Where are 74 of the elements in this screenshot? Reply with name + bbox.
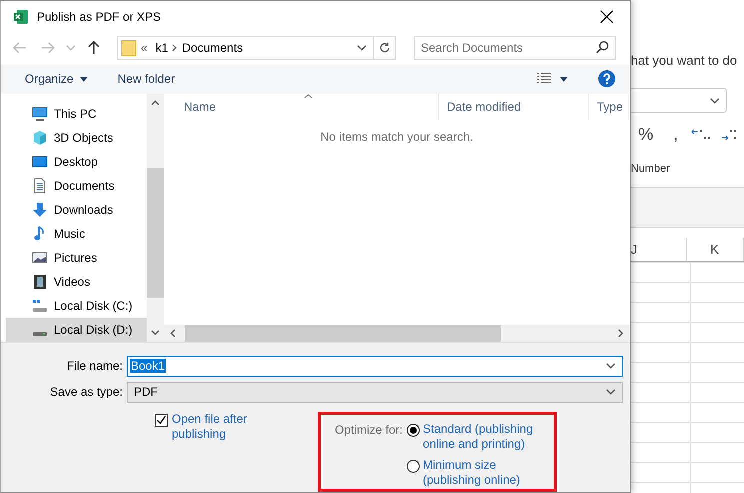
vertical-scrollbar[interactable] — [147, 94, 164, 342]
forward-arrow-icon — [41, 42, 55, 54]
number-format-button[interactable]: % — [631, 125, 661, 145]
optimize-label: Optimize for: — [335, 423, 404, 439]
navigation-item[interactable]: 3D Objects — [6, 126, 147, 150]
picture-frame-icon — [32, 250, 48, 266]
scroll-right-icon — [618, 329, 624, 338]
new-folder-button[interactable]: New folder — [110, 67, 184, 92]
caret-icon — [560, 76, 568, 82]
breadcrumb[interactable]: k1 — [152, 36, 172, 59]
field-label: Save as type: — [49, 385, 124, 399]
chevron-down-icon — [357, 44, 367, 51]
close-icon — [600, 10, 614, 24]
navigation-item[interactable]: Pictures — [6, 246, 147, 270]
chevron-down-icon — [606, 389, 616, 395]
radio-button[interactable] — [407, 460, 420, 473]
checkbox-label[interactable]: Open file after publishing — [172, 412, 262, 492]
scroll-up-icon — [151, 100, 160, 106]
column-header[interactable]: Name — [164, 94, 439, 120]
document-icon — [32, 178, 48, 194]
up-arrow-icon — [88, 40, 100, 55]
number-format-button[interactable]: , — [661, 125, 691, 145]
navigation-item[interactable]: Local Disk (D:) — [6, 318, 147, 342]
chevron-down-icon — [606, 363, 616, 369]
back-arrow-icon — [13, 42, 27, 54]
navigation-item[interactable]: Local Disk (C:) — [6, 294, 147, 318]
breadcrumb[interactable]: Documents — [178, 36, 248, 59]
empty-message: No items match your search. — [320, 130, 474, 144]
address-bar[interactable]: « k1 Documents — [117, 36, 396, 60]
navigation-item[interactable]: This PC — [6, 102, 147, 126]
file-type-dropdown[interactable]: PDF — [127, 382, 623, 402]
column-header[interactable]: Date modified — [439, 94, 589, 120]
column-header[interactable]: K — [686, 238, 744, 261]
chevron-down-icon — [710, 98, 720, 104]
field-label: File name: — [66, 359, 124, 373]
group-label: Number — [631, 163, 672, 175]
horizontal-scrollbar[interactable] — [164, 325, 630, 342]
drive-icon — [32, 332, 48, 336]
chevron-right-icon — [172, 44, 178, 52]
window-title: Publish as PDF or XPS — [37, 10, 162, 24]
radio-label[interactable]: Standard (publishing online and printing) — [423, 422, 542, 452]
tell-me-text: hat you want to do — [631, 53, 738, 70]
folder-icon — [121, 38, 137, 57]
scroll-down-icon — [151, 330, 160, 336]
decrease-decimal-icon — [691, 128, 711, 142]
navigation-item[interactable]: Documents — [6, 174, 147, 198]
chevron-down-icon — [66, 44, 76, 51]
navigation-item[interactable]: Desktop — [6, 150, 147, 174]
film-strip-icon — [32, 274, 48, 290]
cube-icon — [32, 130, 48, 146]
breadcrumb[interactable]: « — [137, 36, 152, 59]
help-button[interactable] — [596, 68, 618, 90]
file-name-field[interactable]: Book1 — [127, 356, 623, 376]
refresh-icon — [378, 42, 390, 54]
search-icon — [596, 40, 609, 54]
navigation-item[interactable]: Music — [6, 222, 147, 246]
column-header[interactable]: Type — [589, 94, 629, 120]
radio-label[interactable]: Minimum size (publishing online) — [423, 458, 542, 488]
download-arrow-icon — [32, 202, 48, 218]
caret-icon — [80, 76, 88, 82]
desktop-icon — [32, 154, 48, 170]
organize-menu-button[interactable]: Organize — [17, 67, 96, 92]
computer-icon — [32, 106, 48, 122]
help-icon — [598, 70, 616, 88]
checkbox[interactable] — [155, 414, 168, 427]
navigation-item[interactable]: Downloads — [6, 198, 147, 222]
scroll-left-icon — [170, 329, 176, 338]
system-drive-icon — [32, 298, 48, 314]
spreadsheet-app-icon — [13, 9, 29, 25]
radio-button[interactable] — [407, 424, 420, 437]
list-view-icon — [536, 73, 552, 86]
search-field[interactable]: Search Documents — [414, 36, 616, 60]
navigation-item[interactable]: Videos — [6, 270, 147, 294]
checkmark-icon — [156, 415, 167, 426]
